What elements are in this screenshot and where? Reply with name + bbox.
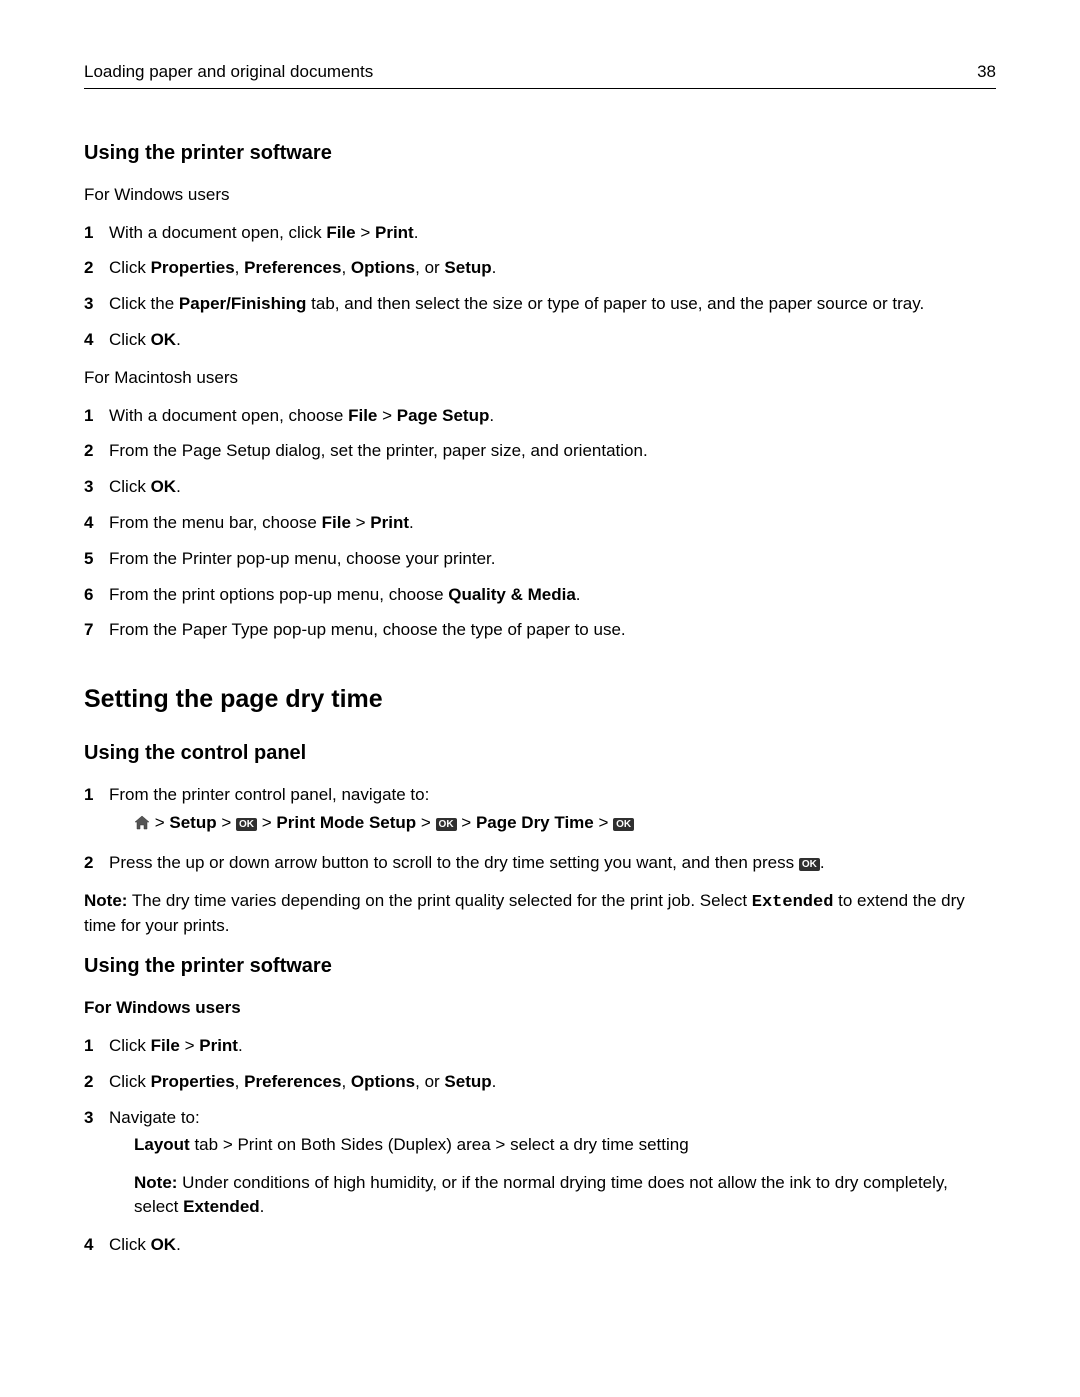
list-item: Navigate to: Layout tab > Print on Both … — [84, 1106, 996, 1219]
ok-icon: OK — [236, 818, 257, 831]
list-item: From the Printer pop‑up menu, choose you… — [84, 547, 996, 571]
windows-steps-list: With a document open, click File > Print… — [84, 221, 996, 352]
list-item: Click File > Print. — [84, 1034, 996, 1058]
header-title: Loading paper and original documents — [84, 60, 373, 84]
list-item: From the Paper Type pop‑up menu, choose … — [84, 618, 996, 642]
list-item: Click OK. — [84, 328, 996, 352]
windows-steps-list-2: Click File > Print. Click Properties, Pr… — [84, 1034, 996, 1257]
mac-intro: For Macintosh users — [84, 366, 996, 390]
page-header: Loading paper and original documents 38 — [84, 60, 996, 89]
list-item: From the print options pop‑up menu, choo… — [84, 583, 996, 607]
list-item: Click the Paper/Finishing tab, and then … — [84, 292, 996, 316]
list-item: With a document open, click File > Print… — [84, 221, 996, 245]
subsection-printer-software-2: Using the printer software — [84, 952, 996, 980]
list-item: With a document open, choose File > Page… — [84, 404, 996, 428]
windows-intro: For Windows users — [84, 183, 996, 207]
list-item: Click OK. — [84, 1233, 996, 1257]
page-number: 38 — [977, 60, 996, 84]
section-heading-printer-software: Using the printer software — [84, 139, 996, 167]
note-dry-time: Note: The dry time varies depending on t… — [84, 889, 996, 939]
home-icon — [134, 813, 150, 837]
list-item: From the printer control panel, navigate… — [84, 783, 996, 837]
navigation-path: > Setup > OK > Print Mode Setup > OK > P… — [134, 811, 996, 837]
list-item: Click OK. — [84, 475, 996, 499]
windows-users-heading: For Windows users — [84, 996, 996, 1020]
layout-path: Layout tab > Print on Both Sides (Duplex… — [134, 1133, 996, 1157]
list-item: Press the up or down arrow button to scr… — [84, 851, 996, 875]
list-item: Click Properties, Preferences, Options, … — [84, 256, 996, 280]
list-item: From the Page Setup dialog, set the prin… — [84, 439, 996, 463]
list-item: Click Properties, Preferences, Options, … — [84, 1070, 996, 1094]
control-panel-steps: From the printer control panel, navigate… — [84, 783, 996, 874]
section-heading-dry-time: Setting the page dry time — [84, 682, 996, 717]
note-humidity: Note: Under conditions of high humidity,… — [134, 1171, 996, 1219]
ok-icon: OK — [436, 818, 457, 831]
ok-icon: OK — [799, 858, 820, 871]
subsection-control-panel: Using the control panel — [84, 739, 996, 767]
mac-steps-list: With a document open, choose File > Page… — [84, 404, 996, 643]
ok-icon: OK — [613, 818, 634, 831]
list-item: From the menu bar, choose File > Print. — [84, 511, 996, 535]
